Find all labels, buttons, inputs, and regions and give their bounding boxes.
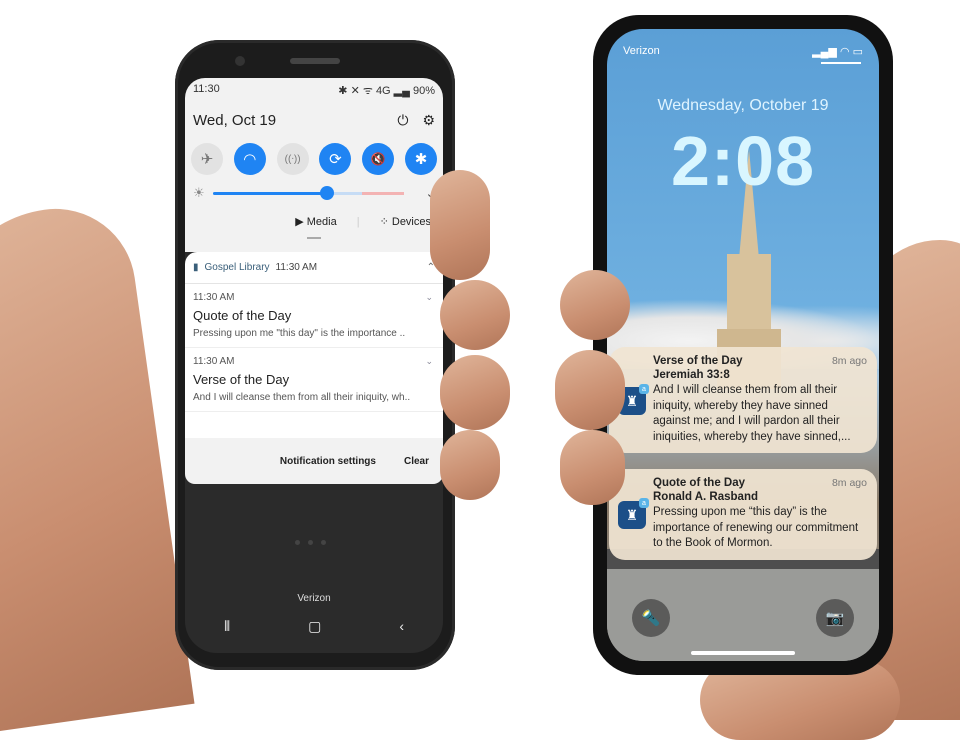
notification-title: Quote of the Day bbox=[193, 308, 292, 323]
notification-body: Pressing upon me "this day" is the impor… bbox=[193, 328, 406, 339]
page-dots bbox=[295, 540, 326, 545]
notification-title: Verse of the Day bbox=[193, 372, 290, 387]
flashlight-icon: 🔦 bbox=[641, 610, 661, 627]
wifi-icon: ◠ bbox=[243, 151, 257, 168]
iphone-lock-screen: Verizon ▂▄▆ ◠ ▭ Wednesday, October 19 2:… bbox=[607, 29, 879, 661]
right-finger bbox=[555, 350, 625, 430]
expand-chevron-icon[interactable]: ⌄ bbox=[425, 356, 433, 367]
lock-date: Wednesday, October 19 bbox=[657, 97, 829, 114]
gospel-library-icon: ▮ bbox=[193, 262, 199, 273]
notification-body: And I will cleanse them from all their i… bbox=[653, 384, 851, 443]
home-icon[interactable]: ▢ bbox=[308, 618, 321, 635]
notification-time: 11:30 AM bbox=[193, 292, 235, 303]
lock-time: 2:08 bbox=[670, 122, 816, 200]
notification-item[interactable]: 11:30 AM Verse of the Day And I will cle… bbox=[185, 348, 443, 412]
notification-subtitle: Ronald A. Rasband bbox=[653, 491, 758, 503]
camera-button[interactable]: 📷 bbox=[816, 599, 854, 637]
status-bar: 11:30 ✱ ✕ ᯤ 4G ▂▄ 90% bbox=[185, 78, 443, 98]
settings-gear-icon[interactable]: ⚙ bbox=[422, 112, 435, 129]
hotspot-toggle[interactable]: ((ᐧ)) bbox=[276, 143, 309, 175]
carrier-label: Verizon bbox=[623, 45, 660, 57]
nav-bar: ⦀ ▢ ‹ bbox=[185, 618, 443, 635]
rotate-icon: ⟳ bbox=[329, 151, 342, 168]
control-center-indicator bbox=[821, 62, 861, 64]
right-finger bbox=[560, 430, 625, 505]
app-name: Gospel Library bbox=[204, 262, 270, 273]
notification-age: 8m ago bbox=[831, 477, 867, 489]
flashlight-button[interactable]: 🔦 bbox=[632, 599, 670, 637]
media-label: Media bbox=[306, 216, 337, 228]
power-icon[interactable]: ⏻ bbox=[397, 112, 408, 129]
notification-subtitle: Jeremiah 33:8 bbox=[653, 369, 730, 381]
drag-handle[interactable] bbox=[307, 237, 321, 239]
ios-status-bar: Verizon ▂▄▆ ◠ ▭ bbox=[607, 45, 879, 58]
notification-age: 8m ago bbox=[831, 355, 867, 367]
notification-panel: ▮ Gospel Library 11:30 AM ⌃ 11:30 AM Quo… bbox=[185, 252, 443, 438]
notification-settings-button[interactable]: Notification settings bbox=[280, 456, 376, 467]
clear-button[interactable]: Clear bbox=[404, 456, 429, 467]
auto-rotate-toggle[interactable]: ⟳ bbox=[319, 143, 352, 175]
quick-panel: 11:30 ✱ ✕ ᯤ 4G ▂▄ 90% Wed, Oct 19 ⏻ ⚙ ✈ … bbox=[185, 78, 443, 252]
iphone: Verizon ▂▄▆ ◠ ▭ Wednesday, October 19 2:… bbox=[593, 15, 893, 675]
airplane-icon: ✈ bbox=[200, 151, 214, 168]
earpiece bbox=[290, 58, 340, 64]
gospel-library-app-icon: ♜ a bbox=[618, 498, 649, 529]
recents-icon[interactable]: ⦀ bbox=[224, 618, 230, 635]
front-camera bbox=[235, 56, 245, 66]
carrier-label: Verizon bbox=[297, 593, 331, 604]
notification-card[interactable]: ♜ a Quote of the Day 8m ago Ronald A. Rasb… bbox=[609, 469, 877, 560]
bluetooth-icon: ✱ bbox=[414, 151, 428, 168]
mute-icon: 🔇 bbox=[370, 152, 386, 166]
status-icons: ✱ ✕ ᯤ 4G ▂▄ 90% bbox=[338, 85, 435, 97]
notification-body: Pressing upon me “this day” is the impor… bbox=[653, 506, 859, 549]
mute-toggle[interactable]: 🔇 bbox=[362, 143, 395, 175]
brightness-knob[interactable] bbox=[320, 185, 335, 200]
devices-button[interactable]: ⁘ Devices bbox=[380, 215, 431, 228]
app-time: 11:30 AM bbox=[275, 262, 318, 273]
notification-card[interactable]: ♜ a Verse of the Day 8m ago Jeremiah 33:8 … bbox=[609, 347, 877, 453]
notification-time: 11:30 AM bbox=[193, 356, 235, 367]
back-icon[interactable]: ‹ bbox=[399, 618, 404, 635]
notification-title: Verse of the Day bbox=[653, 355, 743, 367]
notification-body: And I will cleanse them from all their i… bbox=[193, 392, 411, 403]
home-indicator[interactable] bbox=[691, 651, 795, 655]
right-finger bbox=[560, 270, 630, 340]
android-screen: 11:30 ✱ ✕ ᯤ 4G ▂▄ 90% Wed, Oct 19 ⏻ ⚙ ✈ … bbox=[185, 78, 443, 653]
devices-label: Devices bbox=[391, 216, 431, 228]
date: Wed, Oct 19 bbox=[193, 112, 277, 129]
left-finger bbox=[440, 355, 510, 430]
airplane-toggle[interactable]: ✈ bbox=[191, 143, 223, 175]
camera-icon: 📷 bbox=[825, 610, 845, 627]
media-button[interactable]: ▶ Media bbox=[295, 215, 336, 228]
wifi-toggle[interactable]: ◠ bbox=[233, 143, 266, 175]
brightness-slider[interactable] bbox=[212, 185, 404, 200]
brightness-icon: ☀ bbox=[193, 185, 205, 200]
notification-title: Quote of the Day bbox=[653, 477, 746, 489]
expand-chevron-icon[interactable]: ⌄ bbox=[425, 292, 433, 303]
notification-group-header[interactable]: ▮ Gospel Library 11:30 AM ⌃ bbox=[185, 252, 443, 284]
left-hand bbox=[0, 198, 195, 732]
status-time: 11:30 bbox=[193, 83, 220, 95]
notification-item[interactable]: 11:30 AM Quote of the Day Pressing upon … bbox=[185, 284, 443, 348]
left-finger bbox=[440, 430, 500, 500]
bluetooth-toggle[interactable]: ✱ bbox=[404, 143, 437, 175]
android-phone: 11:30 ✱ ✕ ᯤ 4G ▂▄ 90% Wed, Oct 19 ⏻ ⚙ ✈ … bbox=[175, 40, 455, 670]
status-icons: ▂▄▆ ◠ ▭ bbox=[812, 46, 863, 58]
left-finger bbox=[430, 170, 490, 280]
quick-toggles: ✈ ◠ ((ᐧ)) ⟳ 🔇 ✱ bbox=[185, 129, 443, 175]
notification-footer: Notification settings Clear bbox=[185, 438, 443, 484]
left-finger bbox=[440, 280, 510, 350]
hotspot-icon: ((ᐧ)) bbox=[284, 153, 301, 165]
